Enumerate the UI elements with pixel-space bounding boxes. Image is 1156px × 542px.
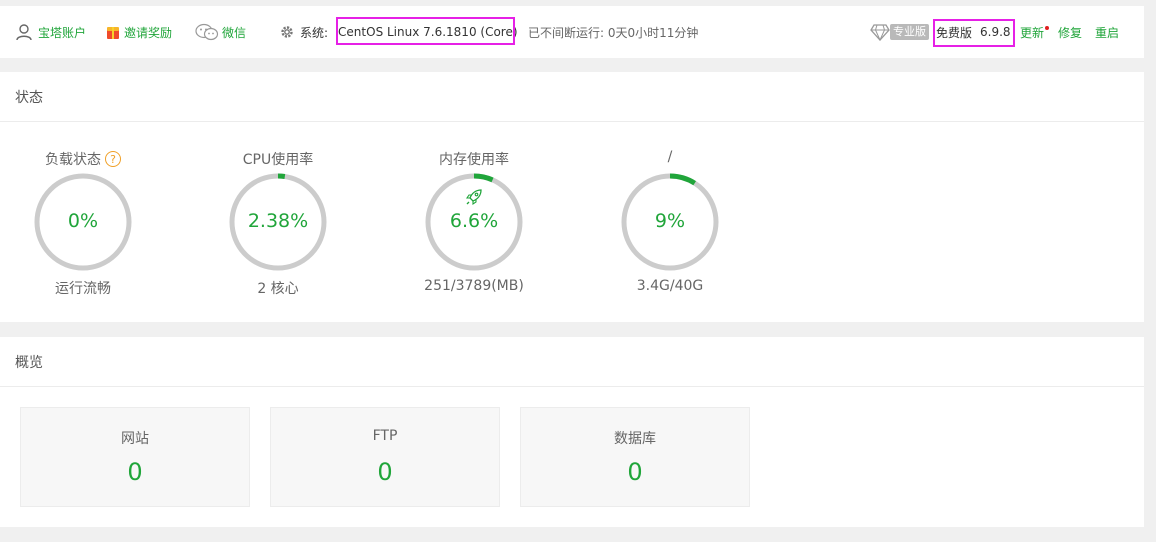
restart-link[interactable]: 重启 <box>1095 6 1119 58</box>
gauge-subtext: 3.4G/40G <box>636 278 704 294</box>
gauge-subtext: 2 核心 <box>257 281 299 297</box>
gauge-value: 2.38% <box>247 210 309 232</box>
pro-edition-link[interactable]: 专业版 <box>870 6 929 58</box>
top-bar: 宝塔账户 邀请奖励 微信 系统: CentOS Linux 7.6.1810 (… <box>0 6 1144 58</box>
update-link[interactable]: 更新 <box>1020 6 1044 58</box>
invite-label: 邀请奖励 <box>124 25 173 40</box>
stat-card-database[interactable]: 数据库 0 <box>520 407 750 507</box>
status-panel: 状态 负载状态 ? 0% 运行流畅 CPU使用率 2.38% 2 核心 内存使用… <box>0 72 1144 322</box>
gear-icon <box>281 26 293 38</box>
stat-value[interactable]: 0 <box>521 458 749 486</box>
invite-link[interactable]: 邀请奖励 <box>106 6 172 58</box>
gauge-subtext: 运行流畅 <box>55 281 111 297</box>
wechat-label: 微信 <box>222 25 247 40</box>
system-highlight-box <box>336 17 515 45</box>
status-title: 状态 <box>0 72 1144 122</box>
gauge-title: CPU使用率 <box>242 152 314 168</box>
overview-title: 概览 <box>0 337 1144 387</box>
wechat-icon <box>195 23 219 41</box>
gauge-title-row: 负载状态 ? <box>13 149 153 169</box>
diamond-icon <box>870 24 890 41</box>
gauge-value: 9% <box>654 210 686 232</box>
gift-icon <box>107 27 119 39</box>
gauge-title: / <box>667 149 673 165</box>
stat-value[interactable]: 0 <box>271 458 499 486</box>
stat-value[interactable]: 0 <box>21 458 249 486</box>
gauge-subtext: 251/3789(MB) <box>424 278 524 294</box>
account-link[interactable]: 宝塔账户 <box>15 6 86 58</box>
repair-link[interactable]: 修复 <box>1058 6 1082 58</box>
gauge-value: 0% <box>67 210 99 232</box>
gauge-title: 内存使用率 <box>439 152 509 168</box>
gauge-value: 6.6% <box>449 210 499 232</box>
wechat-link[interactable]: 微信 <box>195 6 246 58</box>
pro-badge: 专业版 <box>890 24 929 40</box>
uptime-text: 已不间断运行: 0天0小时11分钟 <box>528 25 699 40</box>
account-label: 宝塔账户 <box>38 25 87 40</box>
stat-card-websites[interactable]: 网站 0 <box>20 407 250 507</box>
gauge-title: 负载状态 <box>45 152 101 168</box>
update-notification-dot <box>1045 26 1049 30</box>
overview-panel: 概览 网站 0 FTP 0 数据库 0 <box>0 337 1144 527</box>
rocket-icon[interactable] <box>464 187 484 207</box>
stat-label: 网站 <box>121 431 149 447</box>
user-icon <box>16 24 32 41</box>
stat-label: 数据库 <box>614 431 656 447</box>
help-icon[interactable]: ? <box>105 151 121 167</box>
version-highlight-box <box>933 19 1015 47</box>
system-label: 系统: <box>300 25 329 40</box>
stat-label: FTP <box>372 428 398 444</box>
gauges-row: 负载状态 ? 0% 运行流畅 CPU使用率 2.38% 2 核心 内存使用率 6… <box>0 122 1144 322</box>
stat-card-ftp[interactable]: FTP 0 <box>270 407 500 507</box>
